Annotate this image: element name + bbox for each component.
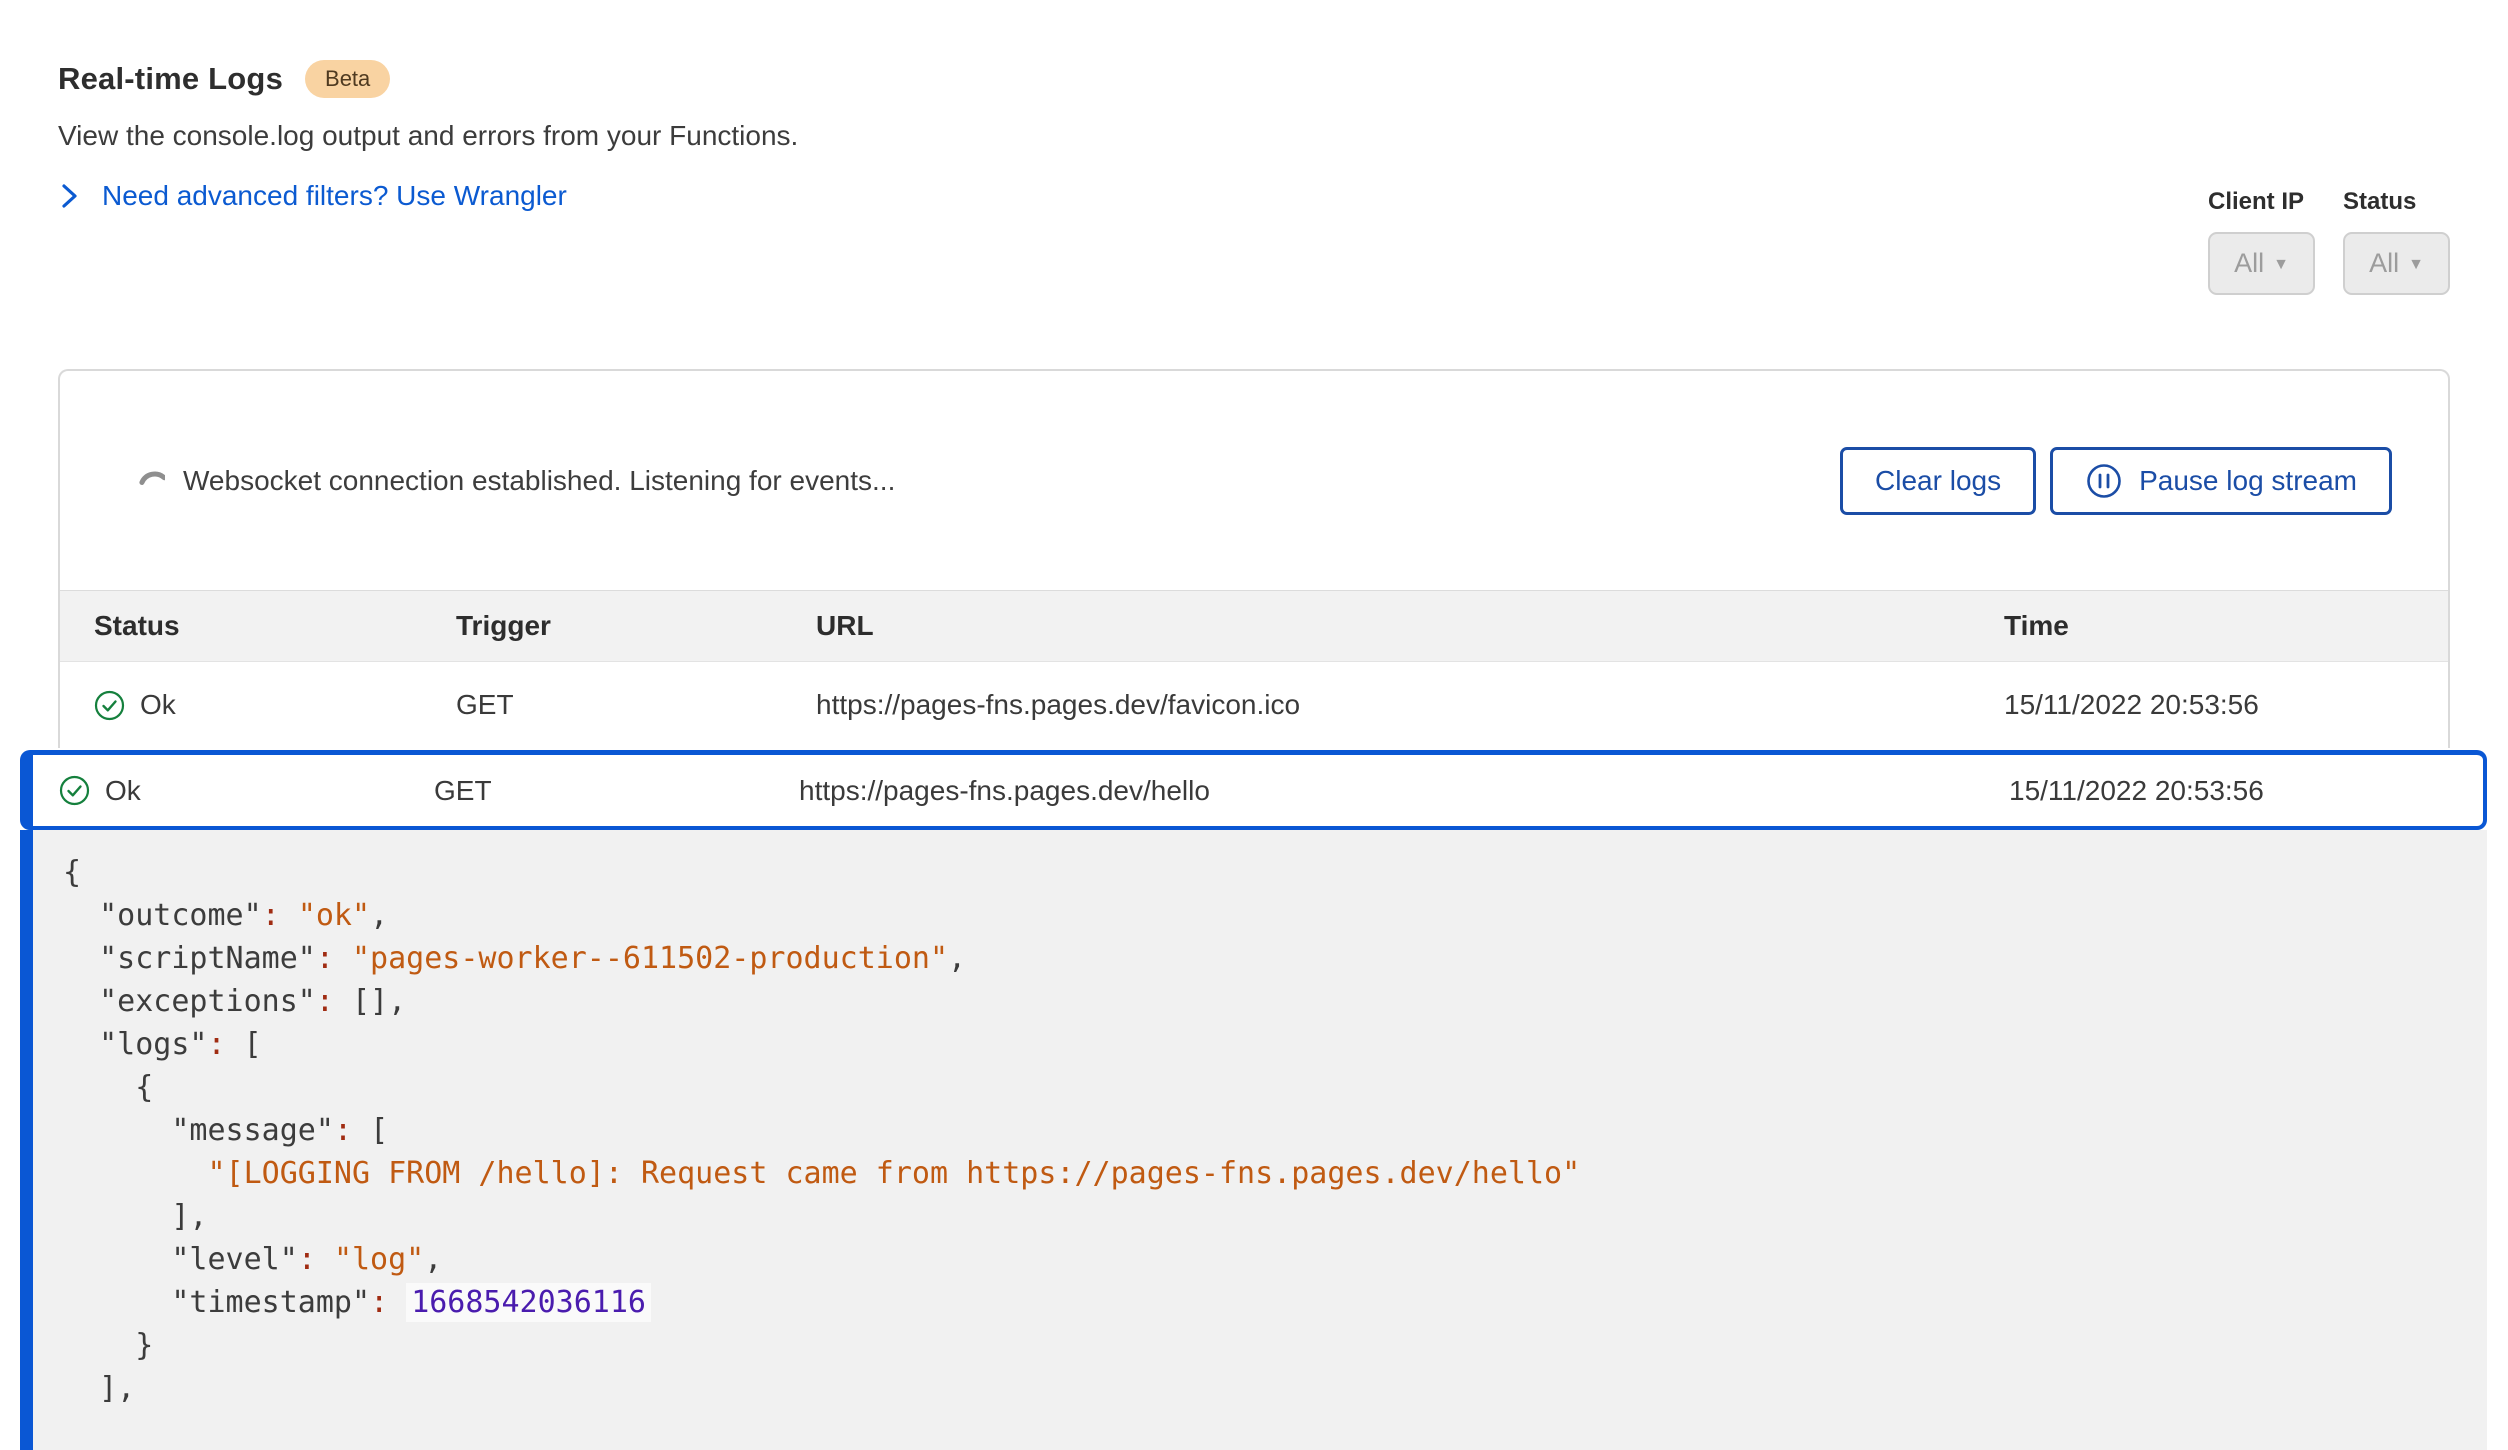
- chevron-right-icon: [58, 181, 80, 211]
- filter-status: Status All ▼: [2343, 188, 2450, 295]
- page-subtitle: View the console.log output and errors f…: [58, 120, 2450, 152]
- status-value: All: [2369, 248, 2399, 279]
- page-header: Real-time Logs Beta: [58, 60, 2450, 98]
- expanded-log-entry: Ok GET https://pages-fns.pages.dev/hello…: [20, 750, 2487, 1450]
- caret-down-icon: ▼: [2408, 256, 2424, 274]
- log-toolbar: Websocket connection established. Listen…: [60, 371, 2448, 590]
- status-label: Status: [2343, 188, 2450, 216]
- clear-logs-button[interactable]: Clear logs: [1840, 447, 2036, 515]
- row-time: 15/11/2022 20:53:56: [2004, 689, 2448, 721]
- caret-down-icon: ▼: [2273, 256, 2289, 274]
- toolbar-buttons: Clear logs Pause log stream: [1840, 447, 2392, 515]
- row-time: 15/11/2022 20:53:56: [2009, 775, 2483, 807]
- row-trigger: GET: [456, 689, 816, 721]
- log-panel: Websocket connection established. Listen…: [58, 369, 2450, 748]
- beta-badge: Beta: [305, 60, 390, 98]
- clear-logs-label: Clear logs: [1875, 465, 2001, 497]
- spinner-icon: [137, 464, 165, 498]
- websocket-status-text: Websocket connection established. Listen…: [183, 465, 895, 497]
- wrangler-link[interactable]: Need advanced filters? Use Wrangler: [102, 180, 567, 212]
- log-table-header: Status Trigger URL Time: [60, 590, 2448, 662]
- websocket-status: Websocket connection established. Listen…: [137, 464, 895, 498]
- row-url: https://pages-fns.pages.dev/hello: [799, 775, 2009, 807]
- client-ip-value: All: [2234, 248, 2264, 279]
- pause-log-stream-button[interactable]: Pause log stream: [2050, 447, 2392, 515]
- column-header-time: Time: [2004, 610, 2448, 642]
- row-status-text: Ok: [105, 775, 141, 807]
- log-filters: Client IP All ▼ Status All ▼: [2208, 188, 2450, 295]
- log-table-row-expanded[interactable]: Ok GET https://pages-fns.pages.dev/hello…: [20, 750, 2487, 830]
- column-header-url: URL: [816, 610, 2004, 642]
- check-circle-icon: [59, 775, 90, 806]
- wrangler-link-row[interactable]: Need advanced filters? Use Wrangler: [58, 180, 2450, 212]
- column-header-trigger: Trigger: [456, 610, 816, 642]
- row-trigger: GET: [434, 775, 799, 807]
- client-ip-label: Client IP: [2208, 188, 2315, 216]
- check-circle-icon: [94, 690, 125, 721]
- pause-log-stream-label: Pause log stream: [2139, 465, 2357, 497]
- column-header-status: Status: [94, 610, 456, 642]
- log-detail-json: { "outcome": "ok", "scriptName": "pages-…: [20, 830, 2487, 1450]
- row-url: https://pages-fns.pages.dev/favicon.ico: [816, 689, 2004, 721]
- row-status-cell: Ok: [94, 689, 456, 721]
- row-status-cell: Ok: [59, 775, 434, 807]
- realtime-logs-page: Real-time Logs Beta View the console.log…: [0, 0, 2508, 1450]
- row-status-text: Ok: [140, 689, 176, 721]
- client-ip-select[interactable]: All ▼: [2208, 232, 2315, 295]
- log-table-row[interactable]: Ok GET https://pages-fns.pages.dev/favic…: [60, 662, 2448, 748]
- status-select[interactable]: All ▼: [2343, 232, 2450, 295]
- page-title: Real-time Logs: [58, 61, 283, 97]
- pause-circle-icon: [2085, 462, 2123, 500]
- json-code-block: { "outcome": "ok", "scriptName": "pages-…: [63, 851, 2487, 1410]
- filter-client-ip: Client IP All ▼: [2208, 188, 2315, 295]
